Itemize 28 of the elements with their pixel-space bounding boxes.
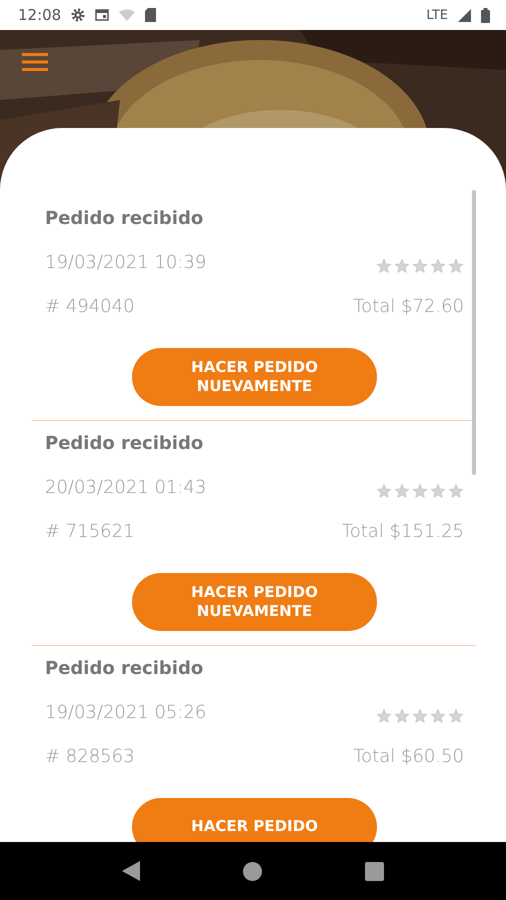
window-icon: [95, 9, 110, 21]
order-number: # 828563: [45, 746, 135, 766]
order-status: Pedido recibido: [45, 432, 204, 454]
recents-button[interactable]: [365, 862, 384, 880]
order-number: # 715621: [45, 520, 135, 542]
home-button[interactable]: [242, 862, 262, 880]
order-number: # 494040: [45, 296, 135, 316]
signal-icon: [458, 8, 471, 22]
reorder-button[interactable]: HACER PEDIDO NUEVAMENTE: [132, 573, 377, 631]
network-label: LTE: [426, 8, 448, 22]
order-total: Total $72.60: [353, 296, 464, 316]
reorder-button[interactable]: HACER PEDIDO NUEVAMENTE: [132, 348, 377, 406]
order-date: 20/03/2021 01:43: [45, 476, 206, 498]
back-button[interactable]: [122, 861, 140, 881]
order-total: Total $60.50: [353, 746, 464, 766]
order-status: Pedido recibido: [45, 658, 204, 678]
reorder-button[interactable]: HACER PEDIDO: [132, 798, 377, 842]
order-date: 19/03/2021 10:39: [45, 252, 206, 272]
sd-card-icon: [145, 8, 156, 22]
order-status: Pedido recibido: [45, 208, 204, 228]
battery-icon: [481, 8, 490, 22]
wifi-icon: [119, 9, 136, 21]
menu-button[interactable]: [22, 52, 48, 72]
scrollbar[interactable]: [472, 190, 476, 475]
gear-icon: [71, 8, 86, 22]
status-time: 12:08: [18, 6, 62, 24]
order-total: Total $151.25: [342, 520, 464, 542]
order-date: 19/03/2021 05:26: [45, 702, 206, 722]
